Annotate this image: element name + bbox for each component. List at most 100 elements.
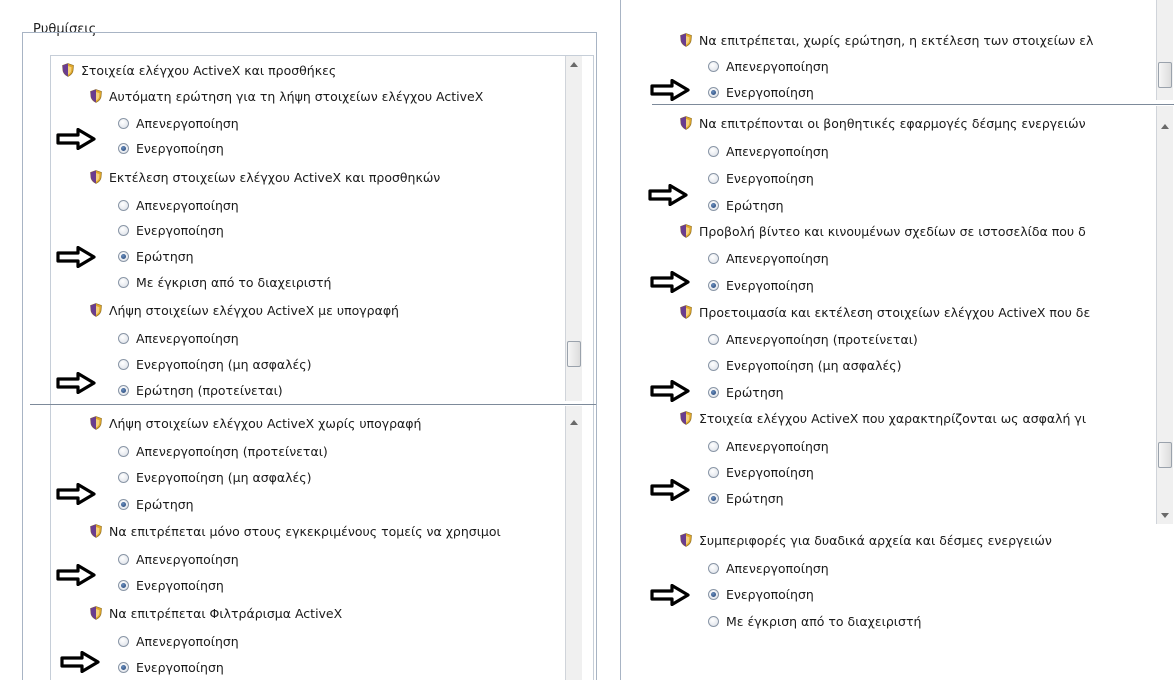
radio-button[interactable]: [708, 467, 719, 478]
tree-category[interactable]: Στοιχεία ελέγχου ActiveX και προσθήκες: [62, 60, 336, 81]
radio-option[interactable]: Ενεργοποίηση: [118, 220, 224, 241]
radio-button[interactable]: [708, 61, 719, 72]
setting-header: Εκτέλεση στοιχείων ελέγχου ActiveX και π…: [90, 167, 440, 188]
radio-option[interactable]: Ενεργοποίηση: [708, 275, 814, 296]
radio-button-selected[interactable]: [118, 499, 129, 510]
radio-button[interactable]: [708, 563, 719, 574]
left-settings-panel: Στοιχεία ελέγχου ActiveX και προσθήκες Α…: [0, 0, 600, 680]
radio-option[interactable]: Ενεργοποίηση (μη ασφαλές): [118, 467, 312, 488]
radio-button[interactable]: [708, 360, 719, 371]
shield-icon: [680, 305, 692, 319]
radio-button[interactable]: [708, 441, 719, 452]
radio-button[interactable]: [118, 200, 129, 211]
radio-option[interactable]: Ερώτηση: [708, 195, 784, 216]
radio-option[interactable]: Απενεργοποίηση: [708, 248, 829, 269]
option-label: Απενεργοποίηση: [136, 116, 239, 131]
radio-option[interactable]: Απενεργοποίηση: [118, 631, 239, 652]
radio-button-selected[interactable]: [118, 662, 129, 673]
radio-button[interactable]: [118, 472, 129, 483]
option-label: Ερώτηση: [726, 198, 784, 213]
radio-option[interactable]: Ενεργοποίηση: [708, 584, 814, 605]
category-label: Στοιχεία ελέγχου ActiveX και προσθήκες: [81, 63, 337, 78]
setting-header: Προβολή βίντεο και κινουμένων σχεδίων σε…: [680, 221, 1086, 242]
radio-option[interactable]: Ερώτηση: [708, 382, 784, 403]
upper-scrollbar[interactable]: [565, 56, 582, 401]
radio-button[interactable]: [118, 554, 129, 565]
shield-icon: [90, 303, 102, 317]
radio-option[interactable]: Απενεργοποίηση (προτείνεται): [118, 441, 328, 462]
scroll-up-icon[interactable]: [1161, 124, 1169, 129]
setting-header: Να επιτρέπεται Φιλτράρισμα ActiveX: [90, 603, 342, 624]
top-scrollbar[interactable]: [1156, 0, 1173, 100]
scroll-thumb[interactable]: [1158, 442, 1172, 468]
radio-option[interactable]: Ενεργοποίηση: [118, 657, 224, 678]
setting-label: Συμπεριφορές για δυαδικά αρχεία και δέσμ…: [699, 533, 1052, 548]
lower-scrollbar[interactable]: [565, 406, 582, 680]
radio-option[interactable]: Απενεργοποίηση: [708, 436, 829, 457]
scroll-thumb[interactable]: [567, 341, 581, 367]
option-label: Ενεργοποίηση: [136, 223, 224, 238]
setting-header: Προετοιμασία και εκτέλεση στοιχείων ελέγ…: [680, 302, 1090, 323]
radio-option[interactable]: Ενεργοποίηση: [708, 168, 814, 189]
option-label: Απενεργοποίηση: [726, 59, 829, 74]
radio-button[interactable]: [118, 446, 129, 457]
right-arrow-icon: [56, 128, 96, 150]
radio-option[interactable]: Ενεργοποίηση (μη ασφαλές): [708, 355, 902, 376]
radio-button[interactable]: [708, 334, 719, 345]
radio-option[interactable]: Ερώτηση (προτείνεται): [118, 380, 283, 401]
radio-option[interactable]: Ενεργοποίηση: [708, 462, 814, 483]
radio-option[interactable]: Ερώτηση: [118, 246, 194, 267]
radio-button[interactable]: [118, 333, 129, 344]
radio-button-selected[interactable]: [708, 87, 719, 98]
option-label: Ερώτηση (προτείνεται): [136, 383, 283, 398]
radio-option[interactable]: Απενεργοποίηση (προτείνεται): [708, 329, 918, 350]
radio-option[interactable]: Ενεργοποίηση: [708, 82, 814, 103]
radio-button[interactable]: [118, 359, 129, 370]
radio-button-selected[interactable]: [118, 143, 129, 154]
radio-button[interactable]: [118, 225, 129, 236]
option-label: Ερώτηση: [136, 497, 194, 512]
radio-option[interactable]: Απενεργοποίηση: [708, 141, 829, 162]
scroll-up-icon[interactable]: [570, 62, 578, 67]
radio-button[interactable]: [708, 253, 719, 264]
setting-header: Αυτόματη ερώτηση για τη λήψη στοιχείων ε…: [90, 86, 483, 107]
radio-button[interactable]: [708, 616, 719, 627]
radio-option[interactable]: Απενεργοποίηση: [118, 549, 239, 570]
radio-option[interactable]: Ενεργοποίηση (μη ασφαλές): [118, 354, 312, 375]
scroll-up-icon[interactable]: [570, 420, 578, 425]
radio-option[interactable]: Απενεργοποίηση: [118, 113, 239, 134]
radio-button[interactable]: [708, 173, 719, 184]
radio-button-selected[interactable]: [708, 387, 719, 398]
setting-label: Να επιτρέπεται μόνο στους εγκεκριμένους …: [109, 524, 501, 539]
scroll-down-icon[interactable]: [1161, 513, 1169, 518]
radio-option[interactable]: Με έγκριση από το διαχειριστή: [118, 272, 331, 293]
setting-header: Να επιτρέπονται οι βοηθητικές εφαρμογές …: [680, 113, 1086, 134]
radio-button-selected[interactable]: [118, 580, 129, 591]
shield-icon: [90, 416, 102, 430]
setting-label: Να επιτρέπεται Φιλτράρισμα ActiveX: [109, 606, 343, 621]
radio-button[interactable]: [118, 636, 129, 647]
radio-button-selected[interactable]: [708, 280, 719, 291]
radio-option[interactable]: Ερώτηση: [708, 488, 784, 509]
radio-option[interactable]: Απενεργοποίηση: [118, 328, 239, 349]
radio-option[interactable]: Απενεργοποίηση: [708, 56, 829, 77]
radio-option[interactable]: Απενεργοποίηση: [708, 558, 829, 579]
right-arrow-icon: [56, 246, 96, 268]
radio-button-selected[interactable]: [708, 493, 719, 504]
setting-header: Συμπεριφορές για δυαδικά αρχεία και δέσμ…: [680, 530, 1052, 551]
radio-button-selected[interactable]: [708, 589, 719, 600]
radio-option[interactable]: Με έγκριση από το διαχειριστή: [708, 611, 921, 632]
radio-option[interactable]: Ερώτηση: [118, 494, 194, 515]
radio-option[interactable]: Ενεργοποίηση: [118, 575, 224, 596]
radio-button[interactable]: [118, 118, 129, 129]
radio-button-selected[interactable]: [118, 385, 129, 396]
radio-button-selected[interactable]: [708, 200, 719, 211]
radio-option[interactable]: Απενεργοποίηση: [118, 195, 239, 216]
middle-scrollbar[interactable]: [1156, 106, 1173, 524]
radio-button-selected[interactable]: [118, 251, 129, 262]
pane-divider: [652, 104, 1174, 105]
radio-button[interactable]: [118, 277, 129, 288]
scroll-thumb[interactable]: [1158, 62, 1172, 88]
radio-option[interactable]: Ενεργοποίηση: [118, 138, 224, 159]
radio-button[interactable]: [708, 146, 719, 157]
